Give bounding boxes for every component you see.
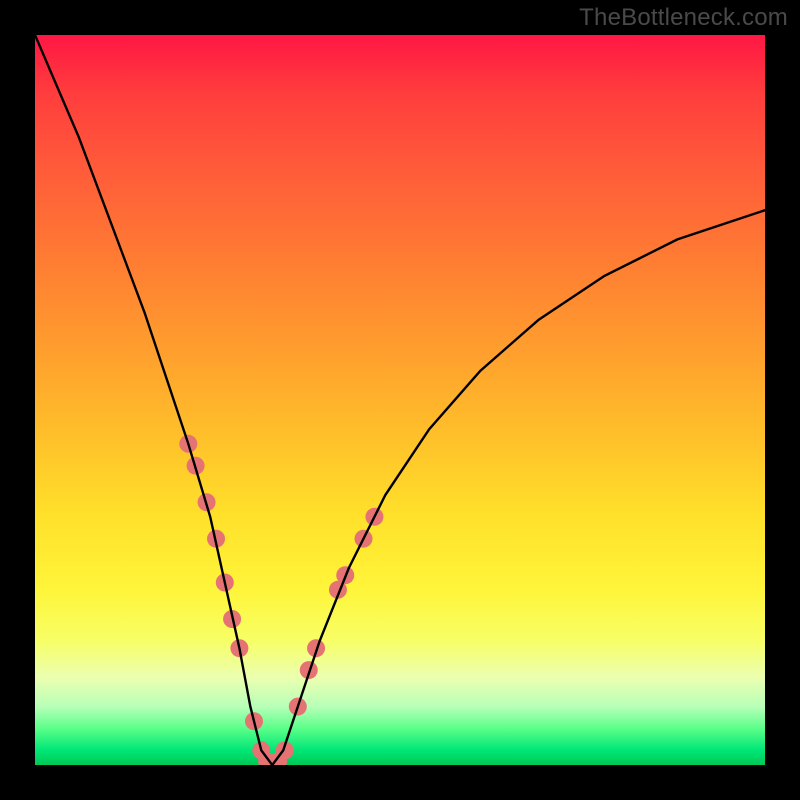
chart-frame: TheBottleneck.com xyxy=(0,0,800,800)
plot-area xyxy=(35,35,765,765)
scatter-dots xyxy=(179,435,383,765)
bottleneck-curve xyxy=(35,35,765,765)
watermark-text: TheBottleneck.com xyxy=(579,4,788,32)
curve-svg xyxy=(35,35,765,765)
